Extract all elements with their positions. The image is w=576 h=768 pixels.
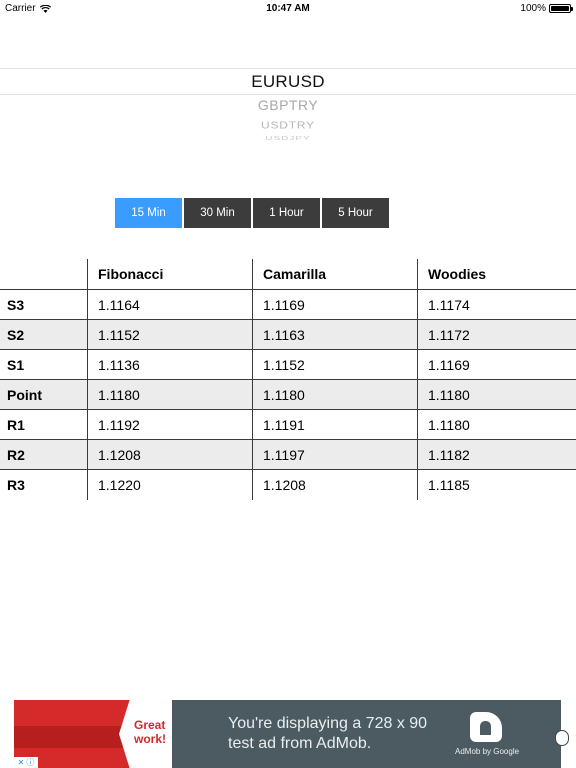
segment-30-min[interactable]: 30 Min <box>184 198 251 228</box>
table-row: R3 1.1220 1.1208 1.1185 <box>0 470 576 500</box>
row-label: R3 <box>7 477 25 493</box>
table-cell: 1.1169 <box>417 350 576 379</box>
table-cell: 1.1192 <box>87 410 252 439</box>
status-time: 10:47 AM <box>266 3 310 14</box>
table-cell: 1.1185 <box>417 470 576 500</box>
segment-1-hour[interactable]: 1 Hour <box>253 198 320 228</box>
table-cell: 1.1220 <box>87 470 252 500</box>
table-cell: 1.1208 <box>252 470 417 500</box>
ad-banner[interactable]: Great work! You're displaying a 728 x 90… <box>14 700 561 768</box>
picker-bottom-divider <box>0 94 576 95</box>
table-cell: 1.1208 <box>87 440 252 469</box>
ad-info-icon: ⓘ <box>26 758 35 767</box>
row-label: S1 <box>7 356 25 373</box>
table-cell: 1.1180 <box>87 380 252 409</box>
ad-badge-text: Great work! <box>134 718 167 746</box>
ad-message-line-1: You're displaying a 728 x 90 <box>228 715 428 732</box>
row-label: Point <box>7 386 42 403</box>
picker-item-selected[interactable]: EURUSD <box>0 72 576 92</box>
table-cell: 1.1191 <box>252 410 417 439</box>
table-cell: 1.1180 <box>417 410 576 439</box>
ad-message: You're displaying a 728 x 90 test ad fro… <box>228 714 427 754</box>
pivot-points-table: Fibonacci Camarilla Woodies S3 1.1164 1.… <box>0 259 576 500</box>
table-cell: 1.1136 <box>87 350 252 379</box>
battery-icon <box>549 4 573 13</box>
table-row: R2 1.1208 1.1197 1.1182 <box>0 440 576 470</box>
table-cell: 1.1180 <box>417 380 576 409</box>
header-cell-label <box>0 259 87 289</box>
table-cell: 1.1180 <box>252 380 417 409</box>
status-bar: Carrier 10:47 AM 100% <box>0 0 576 18</box>
row-label: S2 <box>7 326 25 343</box>
table-cell: 1.1172 <box>417 320 576 349</box>
table-cell: 1.1169 <box>252 290 417 319</box>
header-cell-fibonacci: Fibonacci <box>87 259 252 289</box>
table-row: R1 1.1192 1.1191 1.1180 <box>0 410 576 440</box>
ad-choices-icon[interactable]: ✕ ⓘ <box>14 757 38 768</box>
picker-item[interactable]: USDTRY <box>0 119 576 131</box>
header-cell-woodies: Woodies <box>417 259 576 289</box>
row-label: S3 <box>7 296 25 313</box>
table-cell: 1.1164 <box>87 290 252 319</box>
table-cell: 1.1174 <box>417 290 576 319</box>
ad-close-x-icon: ✕ <box>17 758 25 767</box>
admob-logo-icon <box>470 712 502 742</box>
table-cell: 1.1152 <box>252 350 417 379</box>
ad-close-icon[interactable] <box>555 730 569 746</box>
table-cell: 1.1197 <box>252 440 417 469</box>
timeframe-segmented-control: 15 Min 30 Min 1 Hour 5 Hour <box>115 198 389 228</box>
ad-message-line-2: test ad from AdMob. <box>228 735 372 752</box>
table-header-row: Fibonacci Camarilla Woodies <box>0 259 576 290</box>
table-row: S1 1.1136 1.1152 1.1169 <box>0 350 576 380</box>
table-row: S3 1.1164 1.1169 1.1174 <box>0 290 576 320</box>
table-row: Point 1.1180 1.1180 1.1180 <box>0 380 576 410</box>
picker-item[interactable]: GBPTRY <box>0 97 576 113</box>
row-label: R2 <box>7 446 25 463</box>
segment-5-hour[interactable]: 5 Hour <box>322 198 389 228</box>
segment-15-min[interactable]: 15 Min <box>115 198 182 228</box>
currency-picker[interactable]: EURUSD GBPTRY USDTRY USDJPY <box>0 60 576 150</box>
header-cell-camarilla: Camarilla <box>252 259 417 289</box>
table-cell: 1.1163 <box>252 320 417 349</box>
ad-brand-label: AdMob by Google <box>455 747 520 756</box>
table-cell: 1.1152 <box>87 320 252 349</box>
row-label: R1 <box>7 416 25 433</box>
battery-percent: 100% <box>520 3 546 14</box>
table-row: S2 1.1152 1.1163 1.1172 <box>0 320 576 350</box>
table-cell: 1.1182 <box>417 440 576 469</box>
picker-top-divider <box>0 68 576 69</box>
picker-item[interactable]: USDJPY <box>0 135 576 141</box>
